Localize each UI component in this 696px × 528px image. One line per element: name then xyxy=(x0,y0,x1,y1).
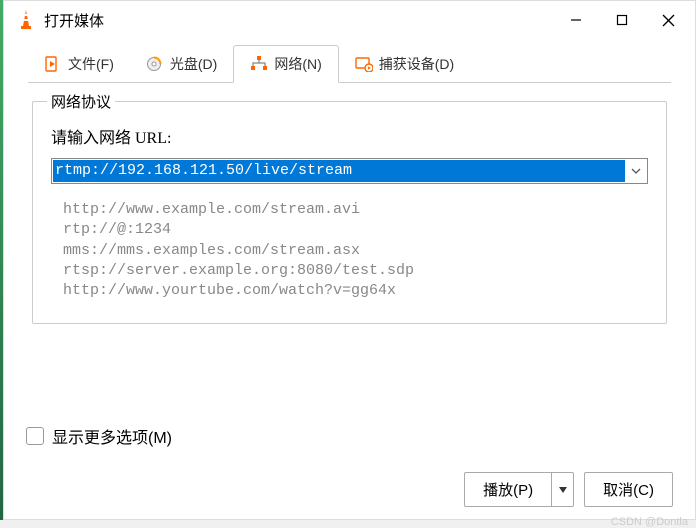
tab-bar: 文件(F) 光盘(D) 网络(N) 捕获设备(D) xyxy=(4,45,695,83)
network-icon xyxy=(250,56,268,72)
show-more-options[interactable]: 显示更多选项(M) xyxy=(26,424,673,448)
url-combobox[interactable]: rtmp://192.168.121.50/live/stream xyxy=(51,158,648,184)
tab-file[interactable]: 文件(F) xyxy=(28,45,130,83)
file-play-icon xyxy=(44,56,62,72)
capture-device-icon xyxy=(355,56,373,72)
titlebar: 打开媒体 xyxy=(4,1,695,39)
minimize-button[interactable] xyxy=(553,4,599,36)
url-examples: http://www.example.com/stream.avi rtp://… xyxy=(63,200,648,301)
disc-icon xyxy=(146,56,164,72)
play-dropdown[interactable] xyxy=(552,472,574,507)
example-line: http://www.example.com/stream.avi xyxy=(63,200,648,220)
example-line: mms://mms.examples.com/stream.asx xyxy=(63,241,648,261)
tab-disc[interactable]: 光盘(D) xyxy=(130,45,233,83)
example-line: rtsp://server.example.org:8080/test.sdp xyxy=(63,261,648,281)
tab-network-label: 网络(N) xyxy=(274,54,321,74)
chevron-down-icon[interactable] xyxy=(625,168,647,174)
url-input[interactable]: rtmp://192.168.121.50/live/stream xyxy=(53,160,625,182)
maximize-button[interactable] xyxy=(599,4,645,36)
url-prompt: 请输入网络 URL: xyxy=(51,124,648,148)
tab-network[interactable]: 网络(N) xyxy=(233,45,338,83)
open-media-dialog: 打开媒体 文件(F) 光盘(D) 网络(N) xyxy=(3,0,696,520)
cancel-button[interactable]: 取消(C) xyxy=(584,472,673,507)
play-button[interactable]: 播放(P) xyxy=(464,472,552,507)
tab-file-label: 文件(F) xyxy=(68,54,114,74)
tab-capture[interactable]: 捕获设备(D) xyxy=(339,45,470,83)
vlc-cone-icon xyxy=(16,8,36,32)
watermark: CSDN @Dontla xyxy=(611,516,688,528)
example-line: rtp://@:1234 xyxy=(63,220,648,240)
tab-disc-label: 光盘(D) xyxy=(170,54,217,74)
more-options-label: 显示更多选项(M) xyxy=(52,424,172,448)
more-options-checkbox[interactable] xyxy=(26,427,44,445)
tab-capture-label: 捕获设备(D) xyxy=(379,54,454,74)
window-title: 打开媒体 xyxy=(44,10,553,31)
example-line: http://www.yourtube.com/watch?v=gg64x xyxy=(63,281,648,301)
network-protocol-group: 网络协议 请输入网络 URL: rtmp://192.168.121.50/li… xyxy=(32,101,667,324)
group-legend: 网络协议 xyxy=(47,91,115,112)
close-button[interactable] xyxy=(645,4,691,36)
